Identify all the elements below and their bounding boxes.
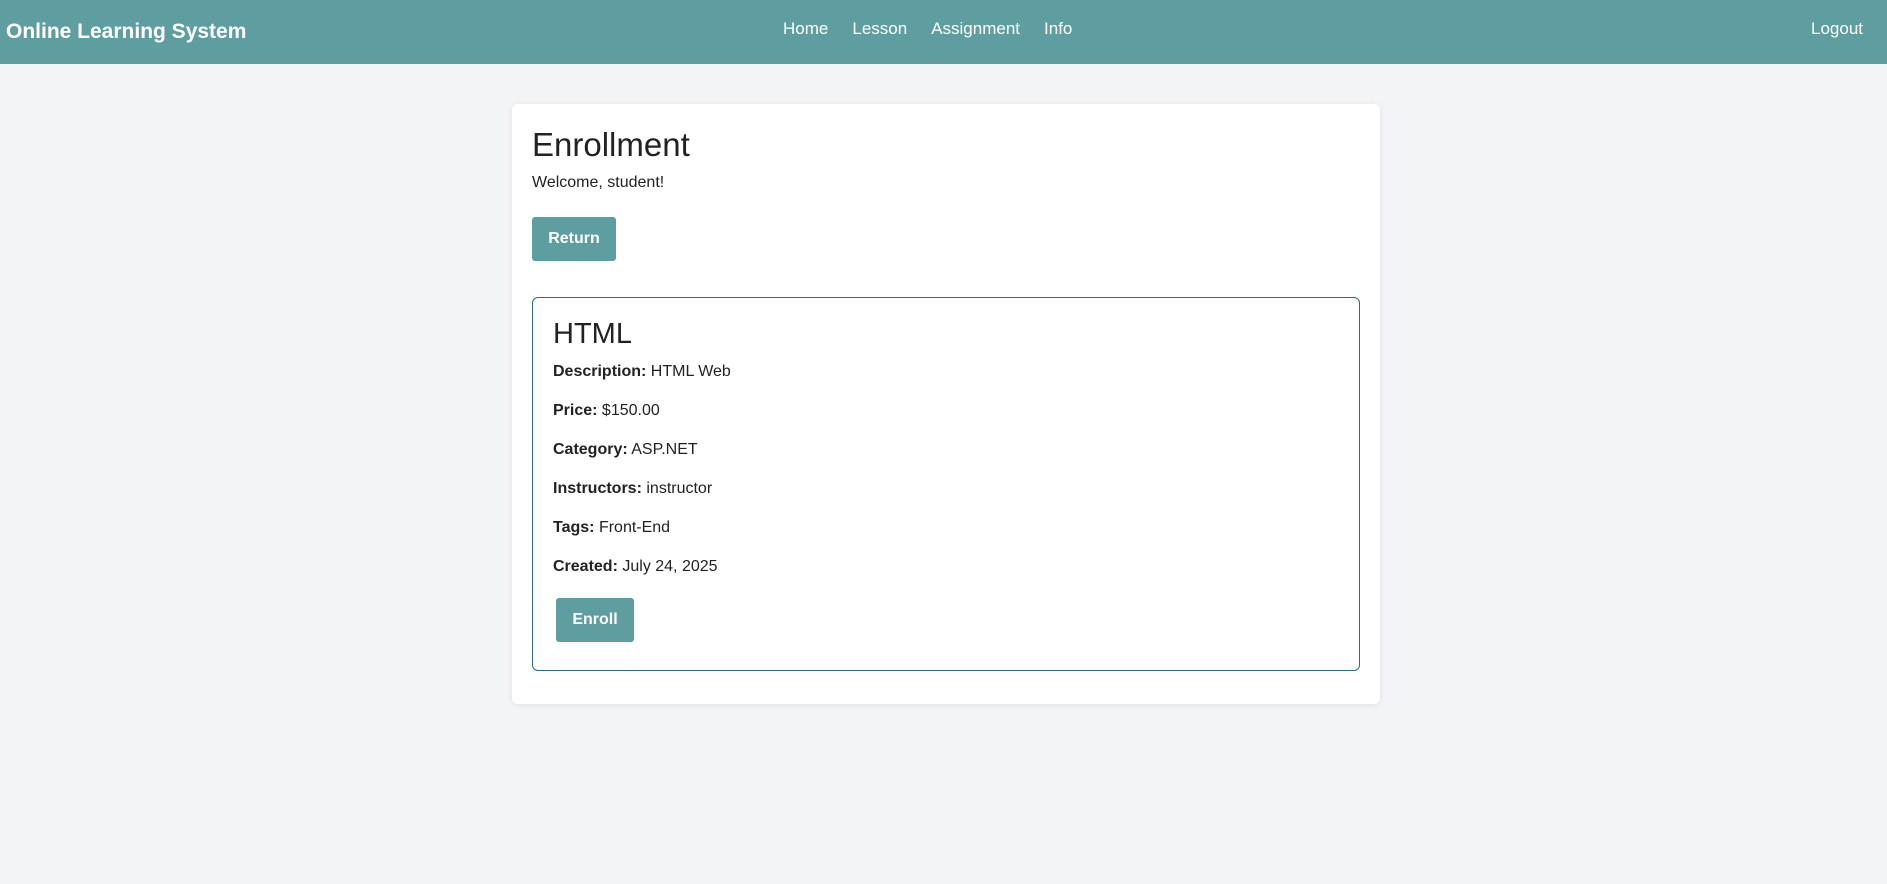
field-value: ASP.NET [631,441,698,458]
course-created: Created: July 24, 2025 [553,558,1339,576]
logout-link[interactable]: Logout [1811,19,1863,39]
nav-link-lesson[interactable]: Lesson [852,19,907,39]
field-label: Created: [553,558,618,575]
enrollment-card: Enrollment Welcome, student! Return HTML… [512,104,1380,704]
field-value: July 24, 2025 [622,558,718,575]
course-category: Category: ASP.NET [553,441,1339,459]
field-value: HTML Web [650,363,731,380]
nav-link-info[interactable]: Info [1044,19,1072,39]
nav-links: Home Lesson Assignment Info [783,0,1072,57]
field-label: Tags: [553,519,595,536]
welcome-message: Welcome, student! [532,174,665,191]
brand-title[interactable]: Online Learning System [6,20,246,44]
field-value: instructor [646,480,713,497]
field-value: Front-End [598,519,671,536]
field-label: Instructors: [553,480,642,497]
field-label: Price: [553,402,598,419]
field-label: Category: [553,441,628,458]
course-details: HTML Description: HTML Web Price: $150.0… [532,297,1360,671]
course-title: HTML [553,318,632,350]
course-instructors: Instructors: instructor [553,480,1339,498]
course-tags: Tags: Front-End [553,519,1339,537]
enroll-button[interactable]: Enroll [556,598,634,642]
page-title: Enrollment [532,126,690,163]
field-label: Description: [553,363,647,380]
nav-link-home[interactable]: Home [783,19,828,39]
return-button[interactable]: Return [532,217,616,261]
top-navbar: Online Learning System Home Lesson Assig… [0,0,1887,64]
course-price: Price: $150.00 [553,402,1339,420]
course-description: Description: HTML Web [553,363,1339,381]
nav-link-assignment[interactable]: Assignment [931,19,1020,39]
field-value: $150.00 [601,402,660,419]
